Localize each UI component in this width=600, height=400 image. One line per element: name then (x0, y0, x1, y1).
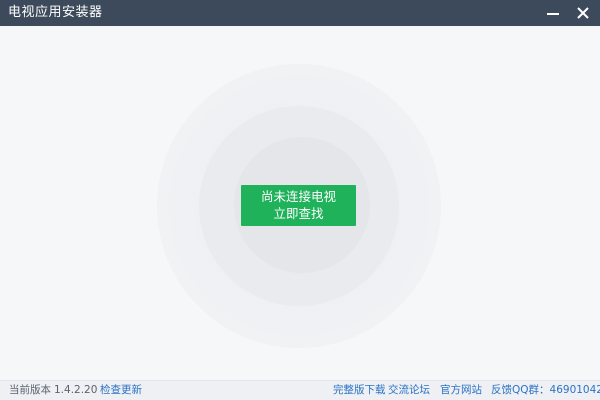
version-number: 1.4.2.20 (54, 384, 98, 396)
check-update-link[interactable]: 检查更新 (100, 381, 142, 400)
main-content: 尚未连接电视 立即查找 (0, 26, 600, 380)
full-download-link[interactable]: 完整版下载 (333, 381, 386, 400)
qq-group-link[interactable]: 反馈QQ群：469010427 (491, 381, 600, 400)
close-button[interactable] (568, 0, 598, 26)
find-tv-button[interactable]: 尚未连接电视 立即查找 (241, 185, 356, 226)
official-site-link[interactable]: 官方网站 (440, 381, 482, 400)
window-title: 电视应用安装器 (8, 5, 103, 20)
version-label: 当前版本 (9, 384, 51, 396)
minimize-button[interactable] (538, 0, 568, 26)
minimize-icon (547, 13, 559, 15)
find-tv-action-label: 立即查找 (273, 206, 324, 221)
title-bar[interactable]: 电视应用安装器 (0, 0, 600, 26)
forum-link[interactable]: 交流论坛 (388, 381, 430, 400)
find-tv-status-label: 尚未连接电视 (260, 189, 336, 204)
app-window: 电视应用安装器 尚未连接电视 立即查找 当前版本 1.4.2.20 检查更新 完… (0, 0, 600, 400)
close-icon (577, 7, 589, 19)
status-bar: 当前版本 1.4.2.20 检查更新 完整版下载 交流论坛 官方网站 反馈QQ群… (0, 380, 600, 400)
